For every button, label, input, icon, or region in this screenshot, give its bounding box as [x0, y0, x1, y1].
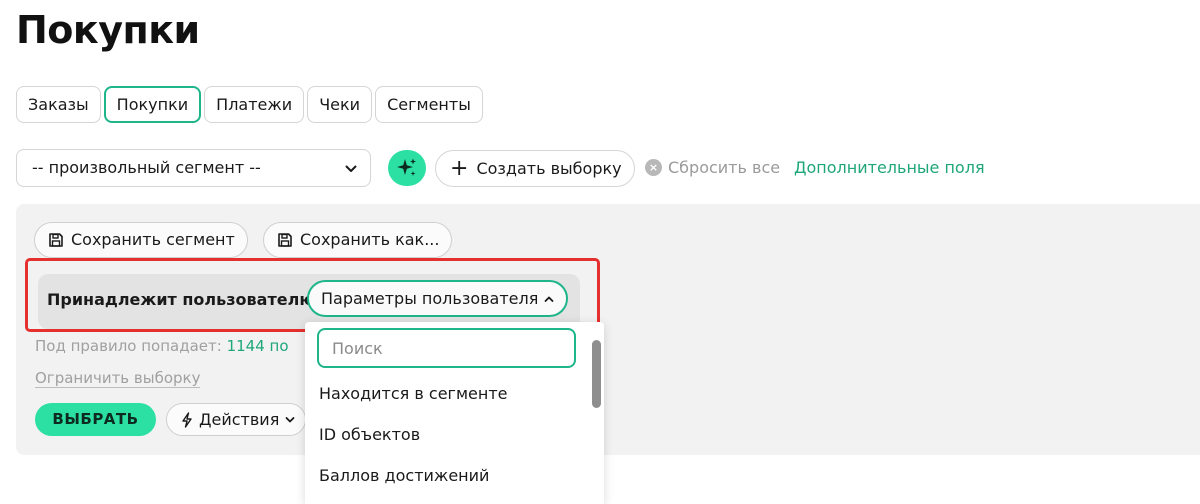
- close-circle-icon: ×: [645, 159, 662, 176]
- create-selection-button[interactable]: + Создать выборку: [435, 150, 635, 187]
- plus-icon: +: [450, 155, 469, 181]
- user-params-dropdown: Находится в сегменте ID объектов Баллов …: [305, 322, 604, 504]
- tab-orders[interactable]: Заказы: [16, 86, 101, 123]
- save-as-label: Сохранить как...: [300, 230, 440, 249]
- menu-item-in-segment[interactable]: Находится в сегменте: [319, 384, 507, 403]
- user-params-label: Параметры пользователя: [321, 289, 539, 308]
- menu-item-achievement-points[interactable]: Баллов достижений: [319, 466, 489, 485]
- rule-count-prefix: Под правило попадает:: [35, 337, 222, 355]
- menu-item-object-ids[interactable]: ID объектов: [319, 425, 420, 444]
- actions-label: Действия: [199, 410, 280, 429]
- actions-button[interactable]: Действия: [166, 403, 307, 436]
- save-as-button[interactable]: Сохранить как...: [263, 222, 453, 258]
- tab-bar: Заказы Покупки Платежи Чеки Сегменты: [16, 86, 483, 123]
- lightning-icon: [182, 411, 192, 428]
- chevron-up-icon: [544, 296, 554, 302]
- select-button[interactable]: ВЫБРАТЬ: [35, 403, 156, 436]
- scrollbar-thumb[interactable]: [592, 340, 601, 408]
- rule-highlight-box: Принадлежит пользователю Параметры польз…: [25, 258, 600, 332]
- create-selection-label: Создать выборку: [476, 159, 622, 178]
- limit-selection-link[interactable]: Ограничить выборку: [35, 369, 201, 388]
- tab-segments[interactable]: Сегменты: [375, 86, 483, 123]
- tab-purchases[interactable]: Покупки: [103, 86, 202, 123]
- sparkle-icon: [397, 158, 416, 176]
- save-segment-button[interactable]: Сохранить сегмент: [34, 222, 248, 258]
- rule-count-line: Под правило попадает: 1144 по: [35, 337, 289, 355]
- rule-count-value[interactable]: 1144 по: [227, 337, 289, 355]
- page-title: Покупки: [16, 8, 200, 52]
- filter-row: -- произвольный сегмент -- + Создать выб…: [16, 149, 1200, 187]
- chevron-down-icon: [345, 165, 357, 172]
- tab-receipts[interactable]: Чеки: [307, 86, 373, 123]
- segment-builder-panel: Сохранить сегмент Сохранить как... Прина…: [16, 204, 1200, 455]
- chevron-down-icon: [285, 416, 295, 422]
- reset-all-label: Сбросить все: [668, 158, 781, 177]
- segment-select-value: -- произвольный сегмент --: [32, 158, 261, 177]
- floppy-disk-icon: [278, 233, 292, 247]
- ai-sparkle-button[interactable]: [388, 150, 426, 186]
- rule-row: Принадлежит пользователю Параметры польз…: [38, 274, 580, 329]
- floppy-disk-icon: [49, 233, 63, 247]
- user-params-dropdown-button[interactable]: Параметры пользователя: [307, 280, 569, 317]
- search-input[interactable]: [317, 328, 576, 368]
- segment-select[interactable]: -- произвольный сегмент --: [16, 149, 371, 187]
- save-segment-label: Сохранить сегмент: [71, 230, 235, 249]
- reset-all-button[interactable]: × Сбросить все: [645, 158, 780, 177]
- rule-label: Принадлежит пользователю: [47, 290, 315, 309]
- tab-payments[interactable]: Платежи: [204, 86, 305, 123]
- extra-fields-link[interactable]: Дополнительные поля: [794, 158, 985, 177]
